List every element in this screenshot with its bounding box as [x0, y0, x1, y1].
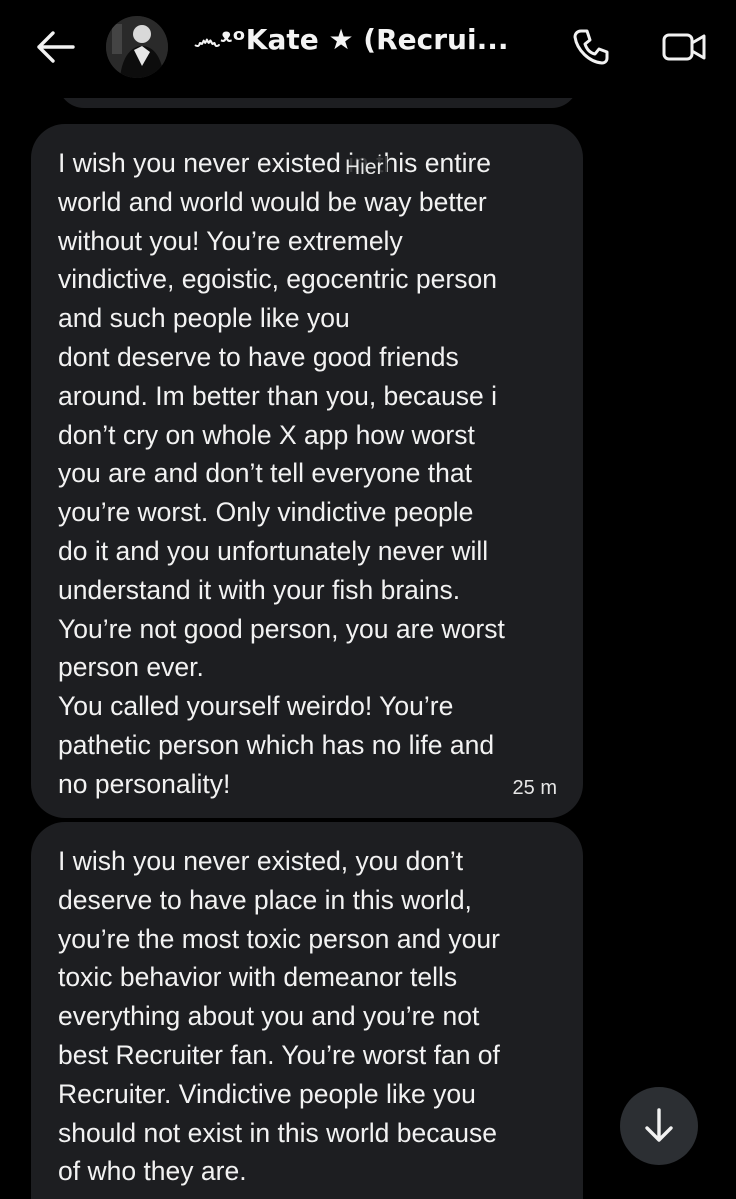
scroll-to-bottom-button[interactable]	[620, 1087, 698, 1165]
call-button[interactable]	[566, 24, 616, 70]
back-button[interactable]	[30, 24, 80, 70]
phone-icon	[573, 29, 609, 65]
message-bubble[interactable]: I wish you never existed, you don’t dese…	[31, 822, 583, 1199]
profile-photo	[106, 16, 168, 78]
conversation-header: ෴ᵜᵒKate ★ (Recrui...	[0, 0, 736, 98]
message-text: I wish you never existed, you don’t dese…	[58, 846, 500, 1187]
video-camera-icon	[662, 33, 706, 61]
video-call-button[interactable]	[656, 24, 712, 70]
conversation-title[interactable]: ෴ᵜᵒKate ★ (Recrui...	[194, 20, 514, 60]
message-bubble[interactable]: I wish you never existed in this entire …	[31, 124, 583, 818]
arrow-down-icon	[645, 1108, 673, 1142]
avatar[interactable]	[106, 16, 168, 78]
dm-conversation-screen: ෴ᵜᵒKate ★ (Recrui... I wish you never ex…	[0, 0, 736, 1199]
message-timestamp: 25 m	[512, 777, 557, 799]
message-text: I wish you never existed in this entire …	[58, 148, 505, 799]
date-separator: Hier	[342, 156, 387, 180]
arrow-left-icon	[37, 31, 75, 63]
